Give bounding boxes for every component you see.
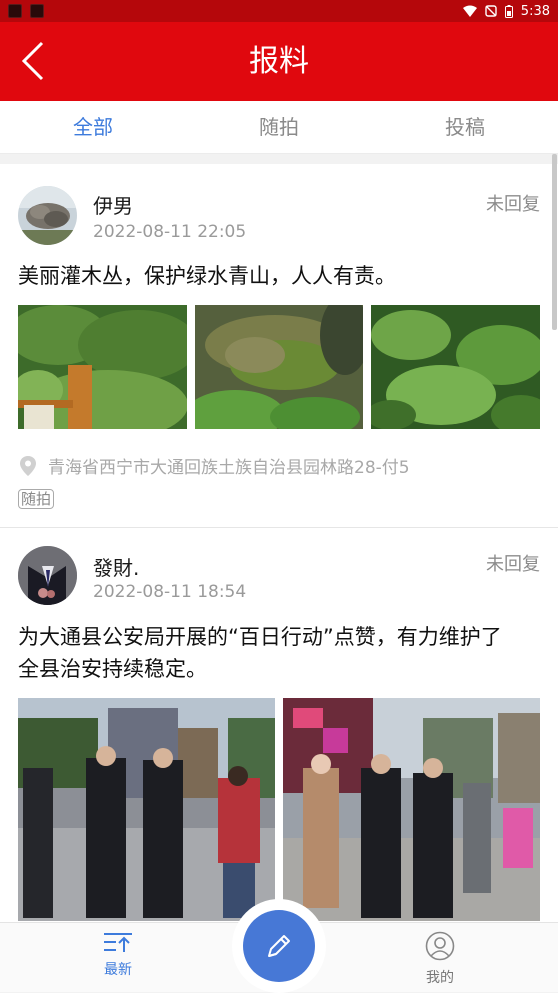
avatar[interactable] (18, 546, 77, 605)
status-bar: 5:38 (0, 0, 558, 22)
nav-mine-label: 我的 (426, 970, 454, 986)
username[interactable]: 伊男 (93, 190, 133, 219)
post-text-line: 全县治安持续稳定。 (18, 657, 207, 681)
user-icon (425, 931, 455, 961)
tab-bar: 全部 随拍 投稿 (0, 101, 558, 154)
notification-icon-2 (30, 4, 44, 18)
post-card[interactable]: 伊男 未回复 2022-08-11 22:05 美丽灌木丛，保护绿水青山，人人有… (0, 164, 558, 527)
map-pin-icon (20, 455, 36, 476)
location-text: 青海省西宁市大通回族土族自治县园林路28-付5 (48, 458, 410, 478)
nav-mine[interactable]: 我的 (400, 931, 480, 987)
tab-all[interactable]: 全部 (0, 101, 186, 153)
tab-snapshots[interactable]: 随拍 (186, 101, 372, 153)
nav-latest-label: 最新 (104, 962, 132, 978)
username[interactable]: 發財. (93, 552, 139, 581)
status-time: 5:38 (520, 3, 550, 19)
post-image[interactable] (195, 305, 363, 429)
back-button[interactable] (14, 40, 56, 82)
post-text-line: 为大通县公安局开展的“百日行动”点赞，有力维护了 (18, 625, 502, 649)
post-feed[interactable]: 伊男 未回复 2022-08-11 22:05 美丽灌木丛，保护绿水青山，人人有… (0, 154, 558, 922)
no-sim-icon (485, 5, 497, 17)
post-text: 美丽灌木丛，保护绿水青山，人人有责。 (18, 264, 396, 288)
post-card[interactable]: 發財. 未回复 2022-08-11 18:54 为大通县公安局开展的“百日行动… (0, 527, 558, 922)
post-image[interactable] (18, 305, 187, 429)
page-title: 报料 (249, 44, 309, 79)
nav-latest[interactable]: 最新 (78, 931, 158, 979)
post-image[interactable] (283, 698, 540, 921)
tab-submissions[interactable]: 投稿 (372, 101, 558, 153)
scrollbar[interactable] (552, 154, 557, 330)
location: 青海省西宁市大通回族土族自治县园林路28-付5 (18, 453, 410, 478)
header: 报料 (0, 22, 558, 101)
chevron-left-icon (21, 41, 44, 81)
post-image[interactable] (18, 698, 275, 921)
post-time: 2022-08-11 18:54 (93, 582, 247, 602)
wifi-icon (462, 5, 477, 17)
battery-icon (504, 4, 513, 18)
category-tag: 随拍 (18, 489, 55, 509)
post-text: 为大通县公安局开展的“百日行动”点赞，有力维护了 全县治安持续稳定。 (18, 621, 540, 685)
pencil-icon (268, 935, 290, 957)
reply-status: 未回复 (486, 194, 540, 215)
reply-status: 未回复 (486, 554, 540, 575)
post-time: 2022-08-11 22:05 (93, 222, 247, 242)
latest-icon (104, 933, 132, 952)
compose-button[interactable] (243, 910, 315, 982)
post-image[interactable] (371, 305, 540, 429)
avatar[interactable] (18, 186, 77, 245)
notification-icon (8, 4, 22, 18)
